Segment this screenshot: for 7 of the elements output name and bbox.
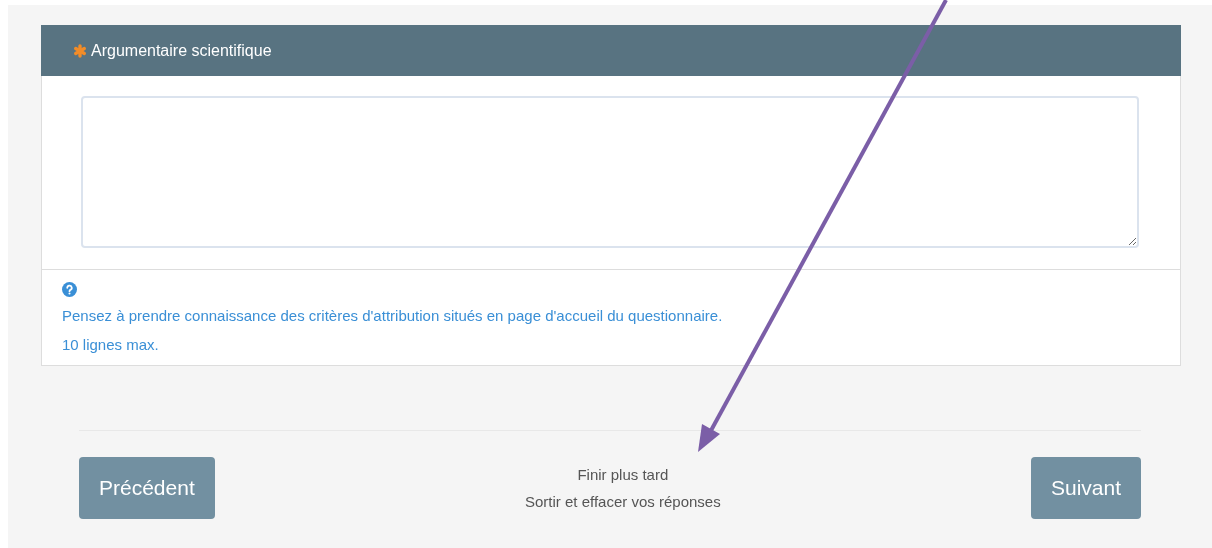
nav-link[interactable]: Finir plus tard (577, 461, 669, 488)
question-title: Argumentaire scientifique (91, 41, 272, 60)
help-text: Pensez à prendre connaissance des critères d'attribution situés en page d'accueil du questionnaire. (62, 306, 723, 326)
nav-link[interactable]: Sortir et effacer vos réponses (525, 488, 721, 515)
help-text: 10 lignes max. (62, 335, 159, 355)
answer-field[interactable] (81, 96, 1139, 248)
help-icon (62, 282, 77, 297)
